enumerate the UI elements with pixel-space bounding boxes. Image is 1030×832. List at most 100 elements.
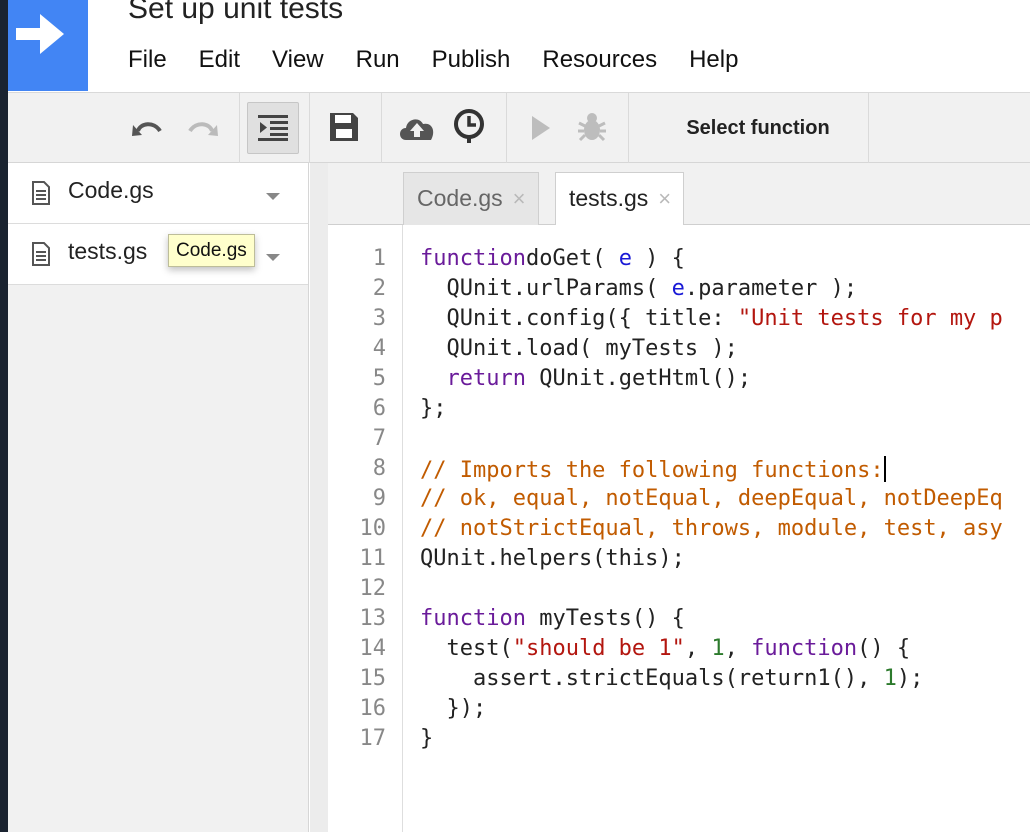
tab-tests-gs[interactable]: tests.gs × (555, 172, 685, 226)
code-token: "should be 1" (512, 636, 685, 661)
code-line: // Imports the following functions: (420, 456, 886, 483)
app-logo[interactable] (8, 0, 88, 91)
chevron-down-icon[interactable] (266, 193, 280, 200)
code-token: function (420, 606, 526, 631)
panel-divider[interactable] (310, 163, 328, 832)
line-number: 3 (372, 306, 386, 331)
code-line: // ok, equal, notEqual, deepEqual, notDe… (420, 486, 1003, 511)
line-number: 4 (372, 336, 386, 361)
line-number: 6 (372, 396, 386, 421)
redo-icon (188, 122, 218, 136)
desktop-edge (0, 0, 8, 832)
code-line: // notStrictEqual, throws, module, test,… (420, 516, 1003, 541)
save-button[interactable] (326, 109, 362, 145)
file-name: tests.gs (68, 238, 148, 264)
line-number: 16 (359, 696, 387, 721)
code-token: // ok, equal, notEqual, deepEqual, notDe… (420, 486, 1003, 511)
menu-run[interactable]: Run (356, 46, 400, 76)
code-line: test("should be 1", 1, function() { (420, 636, 910, 661)
indent-button[interactable] (247, 102, 299, 154)
code-token: QUnit.config({ title: (420, 306, 738, 331)
line-number: 13 (359, 606, 387, 631)
file-sidebar: Code.gs tests.gs Code.gs (8, 163, 309, 832)
line-number: 5 (372, 366, 386, 391)
project-title[interactable]: Set up unit tests (128, 0, 343, 26)
code-line: }); (420, 696, 486, 721)
undo-icon (132, 122, 162, 136)
line-number: 7 (372, 426, 386, 451)
code-token: return (446, 366, 526, 391)
line-number: 15 (359, 666, 387, 691)
code-token: 1 (883, 666, 897, 691)
select-function-dropdown[interactable]: Select function (638, 93, 878, 163)
code-token: QUnit.getHtml(); (525, 366, 752, 391)
file-item-code[interactable]: Code.gs (8, 163, 308, 224)
code-token: doGet( (525, 246, 619, 271)
tab-label: Code.gs (417, 185, 503, 211)
line-number: 2 (372, 276, 386, 301)
code-token: .parameter ); (684, 276, 858, 301)
editor-tab-bar: Code.gs × tests.gs × (328, 163, 1030, 226)
code-token: , (684, 636, 712, 661)
code-token: }; (420, 396, 447, 421)
menu-file[interactable]: File (128, 46, 167, 76)
document-icon (32, 242, 50, 266)
code-token: function (420, 246, 526, 271)
deploy-button[interactable] (396, 109, 438, 145)
tab-label: tests.gs (569, 185, 649, 211)
code-line: return QUnit.getHtml(); (420, 366, 752, 391)
code-editor[interactable]: 1 2 3 4 5 6 7 8 9 10 11 12 13 14 15 16 17 functiondoGet(… (328, 225, 1030, 832)
menu-view[interactable]: View (272, 46, 324, 76)
code-line: function myTests() { (420, 606, 685, 631)
code-line: QUnit.load( myTests ); (420, 336, 738, 361)
code-line: QUnit.helpers(this); (420, 546, 685, 571)
run-button[interactable] (526, 111, 556, 145)
code-line: } (420, 726, 433, 751)
text-cursor (883, 456, 886, 482)
menu-help[interactable]: Help (689, 46, 738, 76)
code-token: QUnit.urlParams( (420, 276, 672, 301)
code-token: ) { (631, 246, 685, 271)
code-line: QUnit.config({ title: "Unit tests for my… (420, 306, 1003, 331)
line-number: 12 (359, 576, 387, 601)
line-number: 11 (359, 546, 387, 571)
code-token: "Unit tests for my p (737, 306, 1003, 331)
undo-button[interactable] (130, 113, 166, 143)
file-name: Code.gs (68, 177, 154, 203)
code-token: 1 (711, 636, 725, 661)
menu-edit[interactable]: Edit (199, 46, 240, 76)
indent-icon (258, 115, 288, 141)
triggers-button[interactable] (450, 107, 488, 145)
code-line: assert.strictEquals(return1(), 1); (420, 666, 923, 691)
code-line: }; (420, 396, 447, 421)
code-token: } (420, 726, 434, 751)
code-area[interactable]: functiondoGet( e ) { QUnit.urlParams( e.… (420, 246, 1030, 806)
code-token: QUnit.load( myTests ); (420, 336, 738, 361)
run-icon (532, 116, 550, 140)
tab-code-gs[interactable]: Code.gs × (403, 172, 539, 225)
line-number: 9 (372, 486, 386, 511)
line-number: 14 (359, 636, 387, 661)
redo-button[interactable] (184, 113, 220, 143)
file-item-tests[interactable]: tests.gs (8, 224, 308, 285)
arrow-right-icon (16, 14, 64, 54)
line-number: 8 (372, 456, 386, 481)
menu-publish[interactable]: Publish (432, 46, 511, 76)
code-token: e (671, 276, 685, 301)
chevron-down-icon[interactable] (266, 254, 280, 261)
code-token: test( (420, 636, 513, 661)
save-icon (330, 113, 358, 141)
code-token: }); (420, 696, 487, 721)
cloud-upload-icon (400, 119, 434, 140)
code-token: function (751, 636, 858, 661)
clock-icon (454, 109, 484, 143)
debug-button[interactable] (574, 109, 610, 145)
code-line: QUnit.urlParams( e.parameter ); (420, 276, 857, 301)
close-icon[interactable]: × (513, 186, 526, 212)
debug-icon (578, 113, 606, 142)
tooltip: Code.gs (168, 234, 255, 267)
menu-resources[interactable]: Resources (542, 46, 657, 76)
close-icon[interactable]: × (658, 186, 671, 212)
menu-bar: File Edit View Run Publish Resources Hel… (128, 46, 738, 76)
